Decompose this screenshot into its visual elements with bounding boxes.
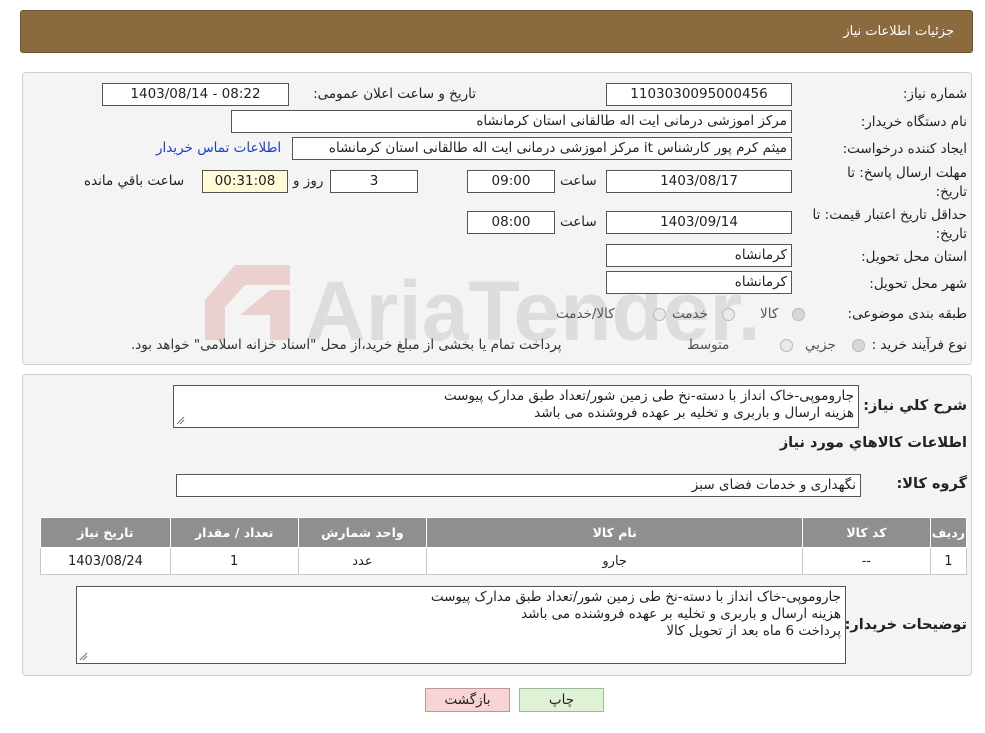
- validity-time-field: 08:00: [467, 211, 555, 234]
- category-option-goods: کالا: [760, 306, 779, 322]
- summary-line: هزینه ارسال و باربری و تخلیه بر عهده فرو…: [534, 405, 854, 421]
- page-header: جزئیات اطلاعات نیاز: [20, 10, 973, 53]
- category-option-goods-service: کالا/خدمت: [556, 306, 615, 322]
- buyer-notes-label: توضیحات خریدار:: [844, 617, 967, 633]
- category-radio-goods-service[interactable]: [653, 308, 666, 321]
- category-radio-goods[interactable]: [792, 308, 805, 321]
- province-field: کرمانشاه: [606, 244, 792, 267]
- cell-unit: عدد: [297, 547, 428, 575]
- buyer-org-field: مرکز اموزشی درمانی ایت اله طالقانی استان…: [231, 110, 792, 133]
- goods-table: تاریخ نیاز تعداد / مقدار واحد شمارش نام …: [40, 517, 968, 575]
- buyer-notes-textarea[interactable]: جاروموپی-خاک انداز با دسته-نخ طی زمین شو…: [76, 586, 846, 664]
- back-button[interactable]: بازگشت: [425, 688, 510, 712]
- price-validity-label-2: تاریخ:: [935, 226, 967, 242]
- reply-date-field: 1403/08/17: [606, 170, 792, 193]
- buyer-notes-line: پرداخت 6 ماه بعد از تحویل کالا: [666, 623, 841, 639]
- cell-code: --: [802, 547, 931, 575]
- resize-handle-icon[interactable]: [79, 652, 88, 661]
- resize-handle-icon[interactable]: [176, 416, 185, 425]
- reply-time-field: 09:00: [467, 170, 555, 193]
- category-option-service: خدمت: [672, 306, 708, 322]
- reply-time-label: ساعت: [560, 173, 597, 189]
- purchase-type-label: نوع فرآیند خرید :: [871, 337, 967, 353]
- col-header-code: کد کالا: [802, 517, 931, 548]
- purchase-radio-minor[interactable]: [852, 339, 865, 352]
- validity-time-label: ساعت: [560, 214, 597, 230]
- cell-name: جارو: [426, 547, 804, 575]
- purchase-radio-medium[interactable]: [780, 339, 793, 352]
- cell-row: 1: [929, 547, 968, 575]
- cell-date: 1403/08/24: [40, 547, 171, 575]
- buyer-contact-link[interactable]: اطلاعات تماس خریدار: [156, 140, 281, 156]
- buyer-notes-line: جاروموپی-خاک انداز با دسته-نخ طی زمین شو…: [430, 589, 841, 605]
- col-header-row: رديف: [929, 517, 968, 548]
- price-validity-label: حداقل تاریخ اعتبار قیمت: تا: [812, 207, 967, 223]
- need-number-label: شماره نیاز:: [902, 86, 967, 102]
- summary-textarea[interactable]: جاروموپی-خاک انداز با دسته-نخ طی زمین شو…: [173, 385, 859, 428]
- announce-label: تاریخ و ساعت اعلان عمومی:: [313, 86, 476, 102]
- validity-date-field: 1403/09/14: [606, 211, 792, 234]
- remaining-time-field: 00:31:08: [202, 170, 288, 193]
- col-header-unit: واحد شمارش: [297, 517, 428, 548]
- days-field: 3: [330, 170, 418, 193]
- cell-quantity: 1: [169, 547, 299, 575]
- goods-group-label: گروه کالا:: [896, 476, 967, 492]
- goods-info-title: اطلاعات کالاهاي مورد نياز: [779, 435, 967, 451]
- requester-label: ایجاد کننده درخواست:: [842, 141, 967, 157]
- summary-line: جاروموپی-خاک انداز با دسته-نخ طی زمین شو…: [443, 388, 854, 404]
- table-header-row: تاریخ نیاز تعداد / مقدار واحد شمارش نام …: [40, 517, 968, 548]
- category-label: طبقه بندی موضوعی:: [847, 306, 967, 322]
- category-radio-service[interactable]: [722, 308, 735, 321]
- reply-deadline-label-2: تاریخ:: [935, 184, 967, 200]
- days-label: روز و: [293, 173, 324, 189]
- purchase-option-medium: متوسط: [687, 337, 730, 353]
- need-number-field: 1103030095000456: [606, 83, 792, 106]
- page-title: جزئیات اطلاعات نیاز: [843, 24, 954, 39]
- province-label: استان محل تحویل:: [861, 249, 967, 265]
- purchase-option-minor: جزيي: [805, 337, 836, 353]
- col-header-quantity: تعداد / مقدار: [169, 517, 299, 548]
- city-field: کرمانشاه: [606, 271, 792, 294]
- print-button[interactable]: چاپ: [519, 688, 604, 712]
- reply-deadline-label: مهلت ارسال پاسخ: تا: [847, 165, 967, 181]
- announce-field: 1403/08/14 - 08:22: [102, 83, 289, 106]
- col-header-name: نام کالا: [426, 517, 804, 548]
- city-label: شهر محل تحویل:: [869, 276, 967, 292]
- table-row: 1403/08/24 1 عدد جارو -- 1: [40, 547, 968, 575]
- buyer-notes-line: هزینه ارسال و باربری و تخلیه بر عهده فرو…: [521, 606, 841, 622]
- buyer-org-label: نام دستگاه خریدار:: [860, 114, 967, 130]
- summary-label: شرح کلي نياز:: [863, 398, 967, 414]
- purchase-note: پرداخت تمام یا بخشی از مبلغ خرید،از محل …: [131, 337, 562, 353]
- remaining-label: ساعت باقي مانده: [84, 173, 185, 189]
- col-header-date: تاریخ نیاز: [40, 517, 171, 548]
- requester-field: میثم کرم پور کارشناس it مرکز اموزشی درما…: [292, 137, 792, 160]
- goods-group-field: نگهداری و خدمات فضای سبز: [176, 474, 861, 497]
